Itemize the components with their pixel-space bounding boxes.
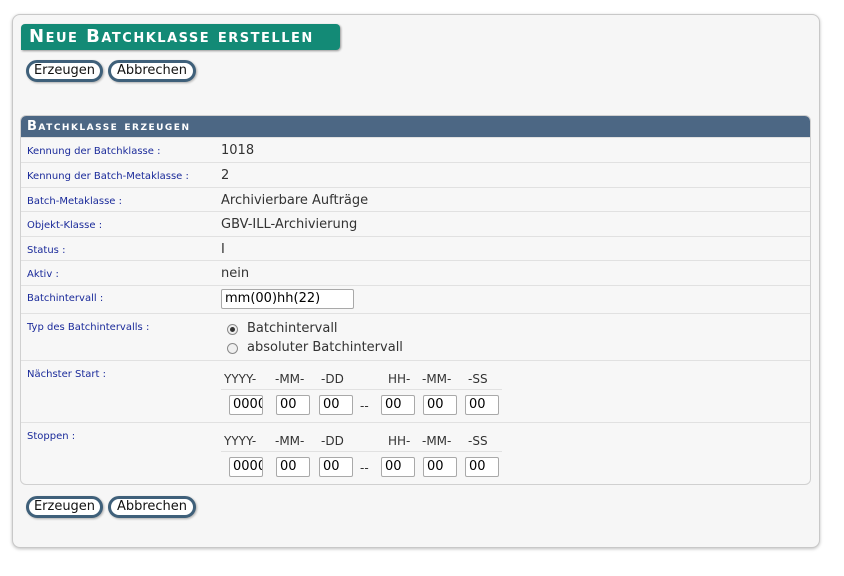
header-hour: HH-: [388, 434, 411, 448]
value-status: I: [221, 242, 225, 257]
create-batchclass-panel: Batchklasse erzeugen Kennung der Batchkl…: [20, 115, 811, 485]
start-month-input[interactable]: 00: [276, 395, 310, 415]
label-kennung-batchklasse: Kennung der Batchklasse :: [27, 146, 161, 157]
start-second-input[interactable]: 00: [465, 395, 499, 415]
create-button-top[interactable]: Erzeugen: [26, 60, 103, 82]
header-month: -MM-: [275, 434, 305, 448]
stop-second-input[interactable]: 00: [465, 457, 499, 477]
label-batchintervall: Batchintervall :: [27, 293, 104, 304]
stop-hour-input[interactable]: 00: [381, 457, 415, 477]
start-year-input[interactable]: 0000: [229, 395, 263, 415]
date-time-separator: --: [360, 399, 369, 413]
label-stoppen: Stoppen :: [27, 431, 76, 442]
start-minute-input[interactable]: 00: [423, 395, 457, 415]
stop-minute-input[interactable]: 00: [423, 457, 457, 477]
header-day: -DD: [321, 434, 344, 448]
cancel-button-top[interactable]: Abbrechen: [108, 60, 196, 82]
value-aktiv: nein: [221, 266, 250, 281]
header-minute: -MM-: [422, 434, 452, 448]
header-second: -SS: [468, 372, 488, 386]
radio-absoluter-batchintervall[interactable]: [227, 343, 238, 354]
header-year: YYYY-: [224, 372, 257, 386]
radio-batchintervall[interactable]: [227, 324, 238, 335]
date-time-separator: --: [360, 461, 369, 475]
header-hour: HH-: [388, 372, 411, 386]
header-day: -DD: [321, 372, 344, 386]
header-divider: [221, 451, 502, 452]
label-objekt-klasse: Objekt-Klasse :: [27, 220, 103, 231]
label-metaklasse: Batch-Metaklasse :: [27, 196, 123, 207]
header-minute: -MM-: [422, 372, 452, 386]
start-hour-input[interactable]: 00: [381, 395, 415, 415]
value-objekt-klasse: GBV-ILL-Archivierung: [221, 217, 358, 232]
row-kennung-batchklasse: Kennung der Batchklasse : 1018: [21, 137, 810, 162]
row-batchintervall: Batchintervall : mm(00)hh(22): [21, 285, 810, 314]
value-kennung-metaklasse: 2: [221, 168, 230, 183]
value-kennung-batchklasse: 1018: [221, 143, 255, 158]
radio-label-absoluter-batchintervall: absoluter Batchintervall: [247, 340, 403, 355]
row-aktiv: Aktiv : nein: [21, 260, 810, 285]
row-naechster-start: Nächster Start : YYYY- -MM- -DD HH- -MM-…: [21, 360, 810, 423]
row-kennung-metaklasse: Kennung der Batch-Metaklasse : 2: [21, 162, 810, 187]
row-status: Status : I: [21, 236, 810, 261]
radio-label-batchintervall: Batchintervall: [247, 321, 338, 336]
label-naechster-start: Nächster Start :: [27, 369, 107, 380]
header-second: -SS: [468, 434, 488, 448]
value-metaklasse: Archivierbare Aufträge: [221, 193, 369, 208]
panel-header: Batchklasse erzeugen: [21, 116, 810, 137]
label-kennung-metaklasse: Kennung der Batch-Metaklasse :: [27, 171, 189, 182]
cancel-button-bottom[interactable]: Abbrechen: [108, 496, 196, 518]
header-month: -MM-: [275, 372, 305, 386]
stop-year-input[interactable]: 0000: [229, 457, 263, 477]
page-title: Neue Batchklasse erstellen: [21, 24, 340, 50]
start-day-input[interactable]: 00: [319, 395, 353, 415]
create-button-bottom[interactable]: Erzeugen: [26, 496, 103, 518]
stop-month-input[interactable]: 00: [276, 457, 310, 477]
label-status: Status :: [27, 245, 66, 256]
batchintervall-input[interactable]: mm(00)hh(22): [221, 289, 354, 309]
row-metaklasse: Batch-Metaklasse : Archivierbare Aufträg…: [21, 187, 810, 212]
header-year: YYYY-: [224, 434, 257, 448]
label-typ-batchintervall: Typ des Batchintervalls :: [27, 322, 150, 333]
header-divider: [221, 389, 502, 390]
row-stoppen: Stoppen : YYYY- -MM- -DD HH- -MM- -SS 00…: [21, 422, 810, 484]
label-aktiv: Aktiv :: [27, 269, 59, 280]
row-objekt-klasse: Objekt-Klasse : GBV-ILL-Archivierung: [21, 211, 810, 236]
row-typ-batchintervall: Typ des Batchintervalls : Batchintervall…: [21, 313, 810, 361]
stop-day-input[interactable]: 00: [319, 457, 353, 477]
